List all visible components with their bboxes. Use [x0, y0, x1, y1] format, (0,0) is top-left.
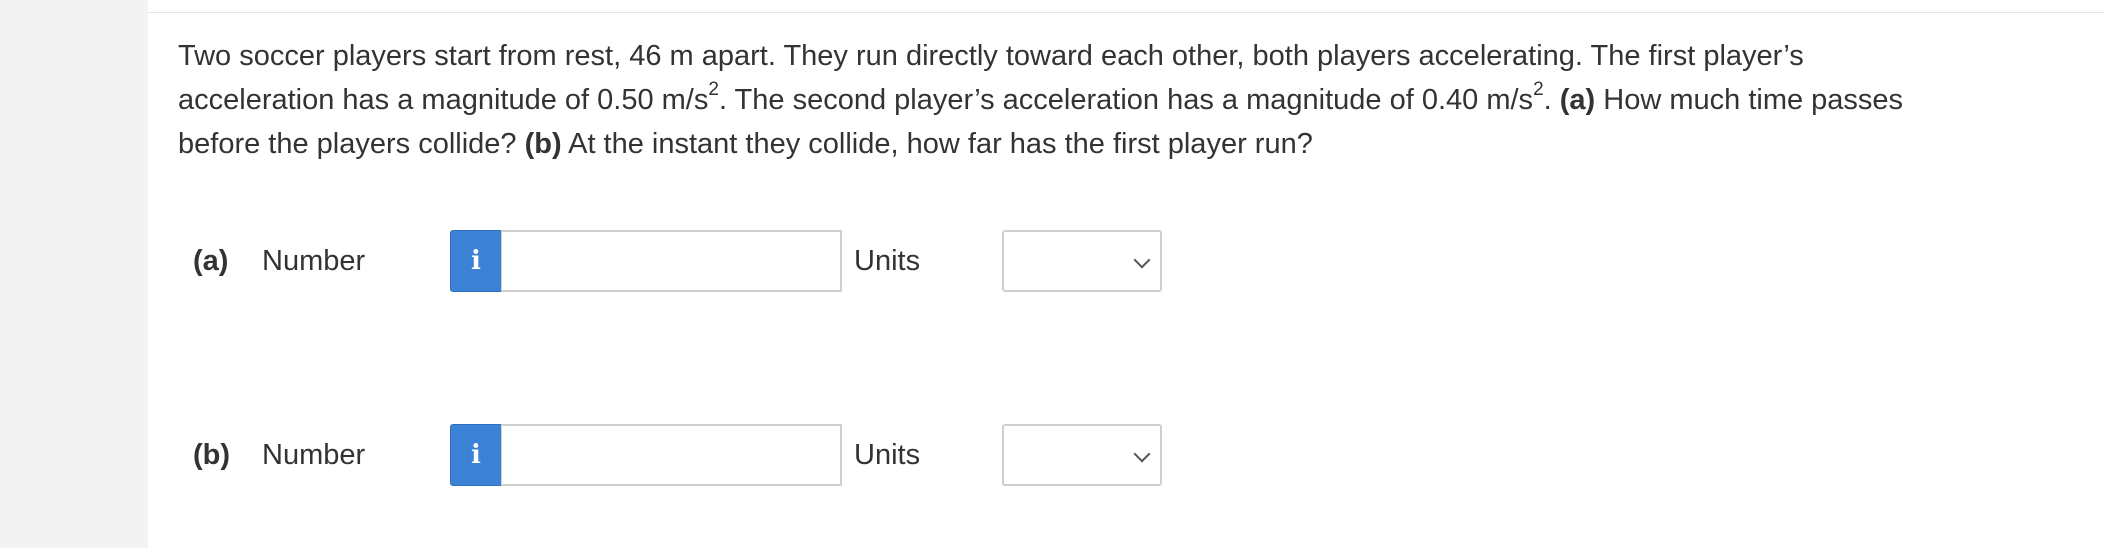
question-part-b-tag: (b) [524, 128, 562, 160]
superscript-squared: 2 [708, 79, 719, 101]
question-text: Two soccer players start from rest, 46 m… [178, 34, 2078, 166]
question-line-2a: acceleration has a magnitude of 0.50 m/s [178, 84, 709, 116]
question-part-a-tag: (a) [1559, 84, 1596, 116]
answer-row-a: (a) Number i Units [178, 228, 1178, 294]
number-label: Number [262, 439, 366, 471]
question-part-b-text: At the instant they collide, how far has… [561, 128, 1313, 160]
number-input-a[interactable] [501, 230, 842, 292]
info-icon: i [471, 440, 481, 470]
number-label: Number [262, 245, 366, 277]
units-dropdown-b[interactable] [1002, 424, 1162, 486]
info-button[interactable]: i [450, 230, 502, 292]
chevron-down-icon [1133, 251, 1151, 269]
info-icon: i [471, 246, 481, 276]
superscript-squared: 2 [1533, 79, 1544, 101]
question-part-a-text: How much time passes [1595, 84, 1904, 116]
part-label: (a) [193, 245, 229, 277]
part-label: (b) [193, 439, 231, 471]
units-label: Units [854, 245, 921, 277]
question-line-2c: . [1543, 84, 1560, 116]
chevron-down-icon [1133, 445, 1151, 463]
answer-row-b: (b) Number i Units [178, 422, 1178, 488]
units-dropdown-a[interactable] [1002, 230, 1162, 292]
question-panel: Two soccer players start from rest, 46 m… [148, 0, 2104, 548]
units-label: Units [854, 439, 921, 471]
info-button[interactable]: i [450, 424, 502, 486]
question-line-2b: . The second player’s acceleration has a… [718, 84, 1534, 116]
question-line-3a: before the players collide? [178, 128, 525, 160]
question-line-1: Two soccer players start from rest, 46 m… [178, 40, 1804, 72]
top-divider [148, 12, 2104, 13]
number-input-b[interactable] [501, 424, 842, 486]
